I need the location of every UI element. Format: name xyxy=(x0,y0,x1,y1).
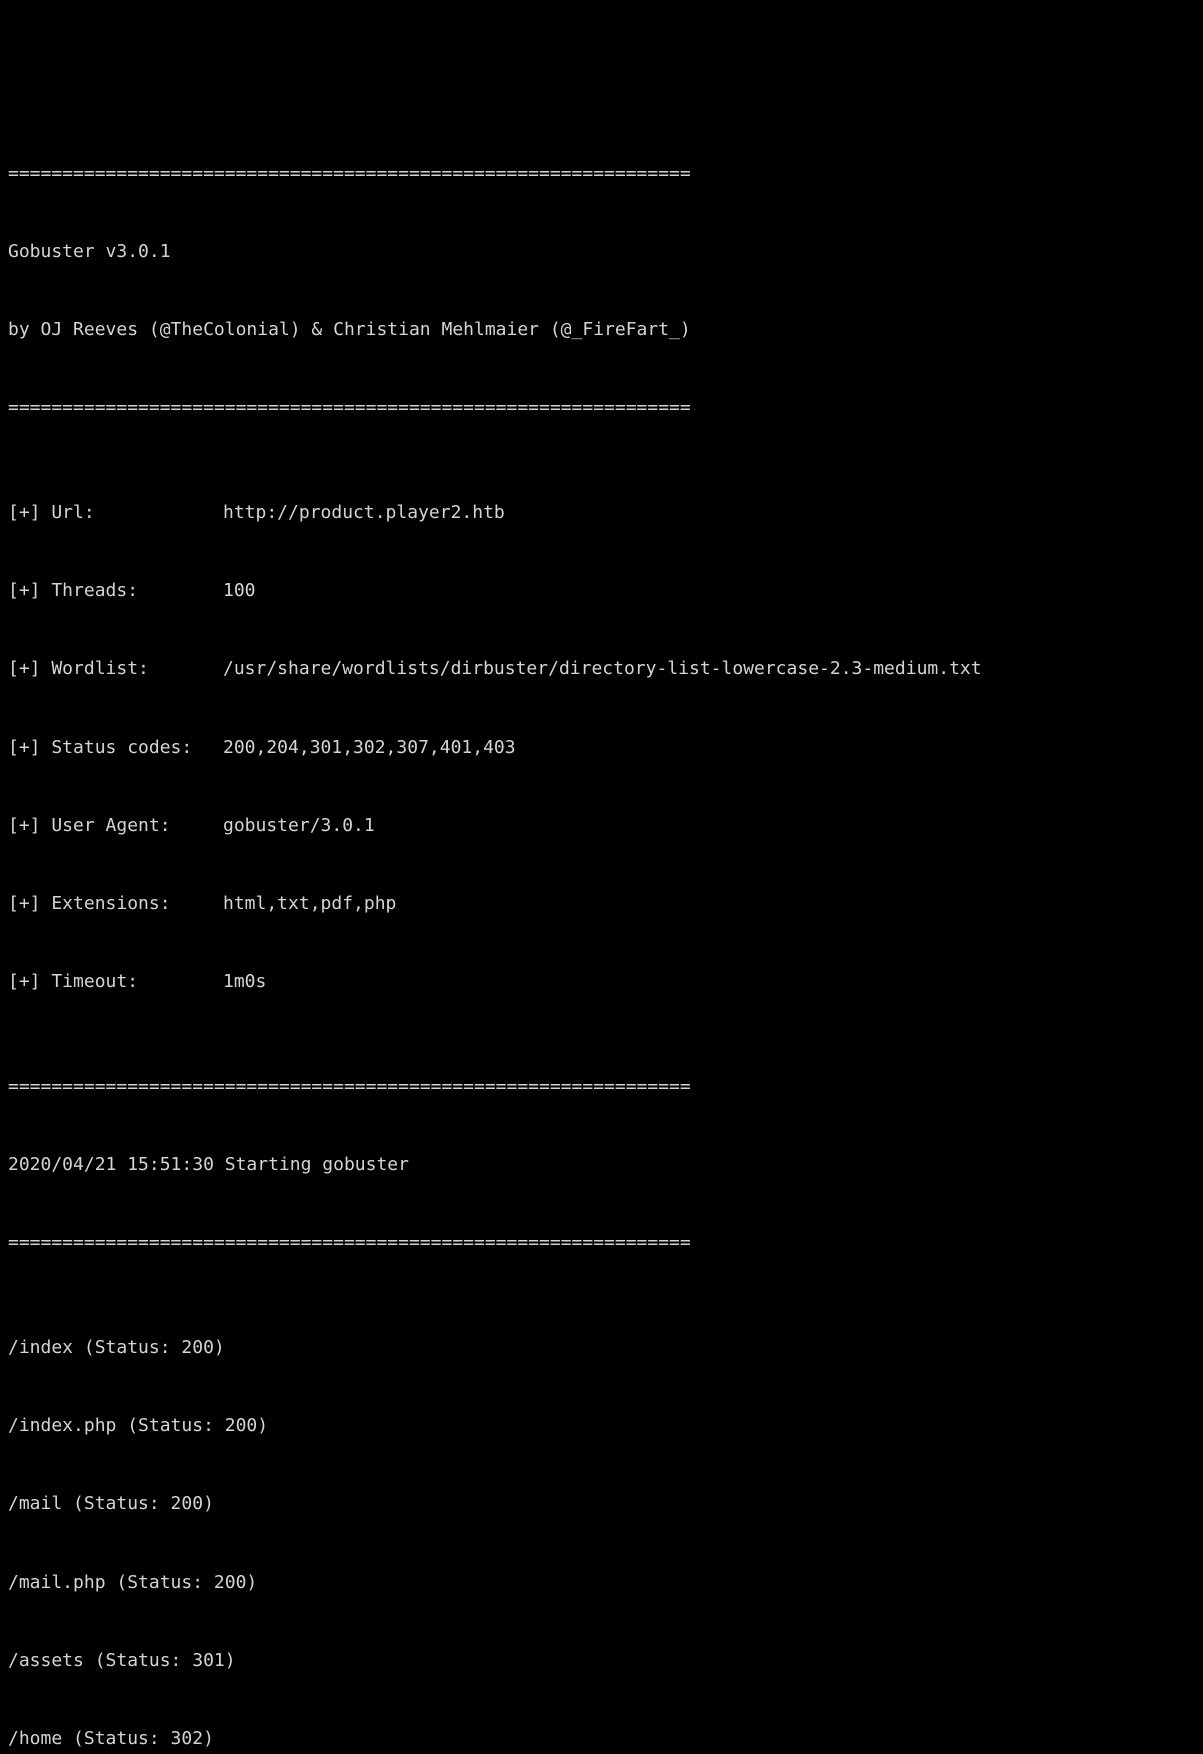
terminal-output[interactable]: ========================================… xyxy=(8,108,1195,1754)
config-key: [+] Status codes: xyxy=(8,735,223,761)
config-row: [+] Timeout:1m0s xyxy=(8,969,1195,995)
result-line: /index.php (Status: 200) xyxy=(8,1413,1195,1439)
config-key: [+] Timeout: xyxy=(8,969,223,995)
config-value: gobuster/3.0.1 xyxy=(223,813,375,839)
divider-line: ========================================… xyxy=(8,161,1195,187)
config-key: [+] User Agent: xyxy=(8,813,223,839)
divider-line: ========================================… xyxy=(8,395,1195,421)
config-row: [+] Threads:100 xyxy=(8,578,1195,604)
config-row: [+] Status codes:200,204,301,302,307,401… xyxy=(8,735,1195,761)
result-line: /home (Status: 302) xyxy=(8,1726,1195,1752)
config-row: [+] User Agent:gobuster/3.0.1 xyxy=(8,813,1195,839)
config-value: 200,204,301,302,307,401,403 xyxy=(223,735,516,761)
config-value: 1m0s xyxy=(223,969,266,995)
start-message: 2020/04/21 15:51:30 Starting gobuster xyxy=(8,1152,1195,1178)
config-value: html,txt,pdf,php xyxy=(223,891,396,917)
gobuster-authors: by OJ Reeves (@TheColonial) & Christian … xyxy=(8,317,1195,343)
result-line: /index (Status: 200) xyxy=(8,1335,1195,1361)
config-value: http://product.player2.htb xyxy=(223,500,505,526)
result-line: /assets (Status: 301) xyxy=(8,1648,1195,1674)
config-key: [+] Url: xyxy=(8,500,223,526)
config-key: [+] Wordlist: xyxy=(8,656,223,682)
config-row: [+] Wordlist:/usr/share/wordlists/dirbus… xyxy=(8,656,1195,682)
divider-line: ========================================… xyxy=(8,1230,1195,1256)
config-row: [+] Url:http://product.player2.htb xyxy=(8,500,1195,526)
divider-line: ========================================… xyxy=(8,1074,1195,1100)
config-row: [+] Extensions:html,txt,pdf,php xyxy=(8,891,1195,917)
result-line: /mail (Status: 200) xyxy=(8,1491,1195,1517)
config-value: /usr/share/wordlists/dirbuster/directory… xyxy=(223,656,982,682)
result-line: /mail.php (Status: 200) xyxy=(8,1570,1195,1596)
config-value: 100 xyxy=(223,578,256,604)
gobuster-title: Gobuster v3.0.1 xyxy=(8,239,1195,265)
config-key: [+] Threads: xyxy=(8,578,223,604)
config-key: [+] Extensions: xyxy=(8,891,223,917)
